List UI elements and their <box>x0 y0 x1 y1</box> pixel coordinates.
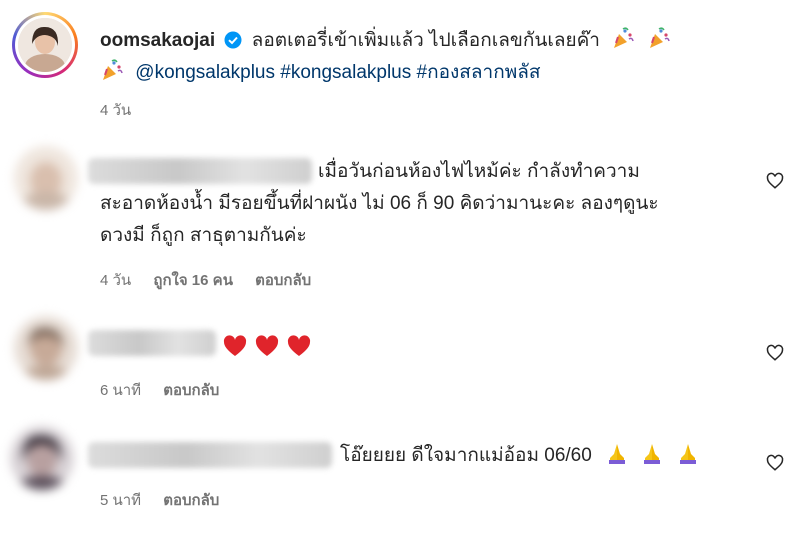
comment-text-line: โอ๊ยยยย ดีใจมากแม่อ้อม 06/60 <box>340 440 700 472</box>
reply-button[interactable]: ตอบกลับ <box>255 272 311 289</box>
post-caption: ลอตเตอรี่เข้าเพิ่มแล้ว ไปเลือกเลขกันเลยค… <box>251 30 600 51</box>
mention-link[interactable]: @kongsalakplus <box>135 62 275 83</box>
hashtag-link[interactable]: #kongsalakplus <box>280 62 411 83</box>
post-author-avatar[interactable] <box>12 12 78 78</box>
heart-outline-icon[interactable] <box>766 344 784 367</box>
comment-time[interactable]: 4 วัน <box>100 272 131 289</box>
comment-text: โอ๊ยยยย ดีใจมากแม่อ้อม 06/60 <box>340 445 592 466</box>
party-popper-icon <box>100 58 124 82</box>
heart-emoji-icon <box>287 335 311 356</box>
heart-emoji-group <box>222 334 314 365</box>
party-popper-icon <box>611 26 635 50</box>
comment-avatar[interactable] <box>10 426 74 490</box>
comment-text-line: ดวงมี ก็ถูก สาธุตามกันค่ะ <box>100 225 307 246</box>
comment-text-line: เมื่อวันก่อนห้องไฟไหม้ค่ะ กำลังทำความ <box>318 161 640 182</box>
comment-username-blurred[interactable] <box>88 158 312 184</box>
heart-outline-icon[interactable] <box>766 454 784 477</box>
post-meta: 4 วัน <box>100 98 149 122</box>
praying-hands-icon <box>676 441 700 465</box>
comment-meta: 4 วัน ถูกใจ 16 คน ตอบกลับ <box>100 268 329 292</box>
party-popper-icon <box>647 26 671 50</box>
comment-meta: 5 นาที ตอบกลับ <box>100 488 237 512</box>
heart-emoji-icon <box>255 335 279 356</box>
comment-meta: 6 นาที ตอบกลับ <box>100 378 237 402</box>
post-caption-line1: oomsakaojai ลอตเตอรี่เข้าเพิ่มแล้ว ไปเลื… <box>100 26 671 57</box>
comment-text-line: สะอาดห้องน้ำ มีรอยขึ้นที่ฝาผนัง ไม่ 06 ก… <box>100 193 659 214</box>
post-time[interactable]: 4 วัน <box>100 102 131 119</box>
comment-likes[interactable]: ถูกใจ 16 คน <box>153 272 233 289</box>
comment-time[interactable]: 6 นาที <box>100 382 141 399</box>
comment-username-blurred[interactable] <box>88 330 216 356</box>
comment-username-blurred[interactable] <box>88 442 332 468</box>
heart-outline-icon[interactable] <box>766 172 784 195</box>
post-username[interactable]: oomsakaojai <box>100 30 215 51</box>
heart-emoji-icon <box>223 335 247 356</box>
comment-avatar[interactable] <box>14 316 78 380</box>
verified-badge-icon <box>224 31 242 57</box>
hashtag-link[interactable]: #กองสลากพลัส <box>417 62 541 83</box>
post-caption-line2: @kongsalakplus #kongsalakplus #กองสลากพล… <box>100 58 540 86</box>
reply-button[interactable]: ตอบกลับ <box>163 382 219 399</box>
comment-avatar[interactable] <box>14 146 78 210</box>
praying-hands-icon <box>640 441 664 465</box>
comment-time[interactable]: 5 นาที <box>100 492 141 509</box>
reply-button[interactable]: ตอบกลับ <box>163 492 219 509</box>
praying-hands-icon <box>605 441 629 465</box>
